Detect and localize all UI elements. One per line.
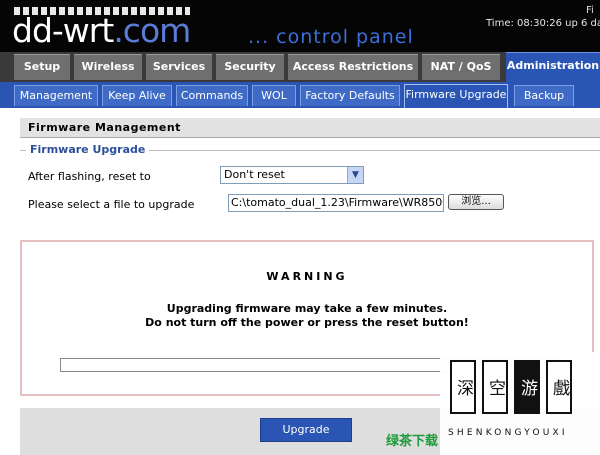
reset-select[interactable]: Don't reset ▼ [220,166,364,184]
watermark-char-3: 游 [514,360,540,414]
control-panel-tagline: ... control panel [248,26,414,48]
warning-title: WARNING [266,270,348,283]
tab-administration[interactable]: Administration [506,52,600,82]
section-title: Firmware Management [20,118,600,138]
uptime-readout: Time: 08:30:26 up 6 da [486,18,600,29]
warning-line-1: Upgrading firmware may take a few minute… [166,302,448,315]
subtab-backup[interactable]: Backup [514,85,574,106]
watermark-char-4: 戲 [546,360,572,414]
main-tab-bar: Setup Wireless Services Security Access … [0,52,600,82]
reset-select-value: Don't reset [224,168,285,181]
tab-setup[interactable]: Setup [14,54,70,80]
subtab-commands[interactable]: Commands [176,85,248,106]
logo-com-text: .com [113,11,191,50]
header-banner: dd-wrt.com ... control panel Fi Time: 08… [0,0,600,52]
firmware-info: Fi [586,5,594,16]
watermark-char-2: 空 [482,360,508,414]
subtab-management[interactable]: Management [14,85,98,106]
browse-button[interactable]: 浏览... [448,194,504,210]
ddwrt-logo: dd-wrt.com [12,11,191,50]
logo-main-text: dd-wrt [12,11,114,50]
subtab-wol[interactable]: WOL [252,85,296,106]
upgrade-button[interactable]: Upgrade [260,418,352,442]
sub-tab-bar: Management Keep Alive Commands WOL Facto… [0,82,600,108]
subtab-factory-defaults[interactable]: Factory Defaults [300,85,400,106]
tab-nat-qos[interactable]: NAT / QoS [422,54,500,80]
watermark-char-1: 深 [450,360,476,414]
watermark-green-text: 绿茶下载 [386,434,439,449]
watermark-subtitle: SHENKONGYOUXI [448,428,568,438]
fieldset-legend: Firmware Upgrade [26,143,150,156]
file-path-input[interactable]: C:\tomato_dual_1.23\Firmware\WR850G.bin [228,194,444,212]
tab-wireless[interactable]: Wireless [74,54,142,80]
watermark-overlay: 深 空 游 戲 SHENKONGYOUXI [440,352,600,455]
subtab-keep-alive[interactable]: Keep Alive [102,85,172,106]
subtab-firmware-upgrade[interactable]: Firmware Upgrade [404,84,508,108]
reset-label: After flashing, reset to [28,170,151,183]
warning-line-2: Do not turn off the power or press the r… [145,316,469,329]
tab-access-restrictions[interactable]: Access Restrictions [288,54,418,80]
tab-services[interactable]: Services [146,54,212,80]
file-label: Please select a file to upgrade [28,198,195,211]
tab-security[interactable]: Security [216,54,284,80]
chevron-down-icon[interactable]: ▼ [347,167,363,183]
